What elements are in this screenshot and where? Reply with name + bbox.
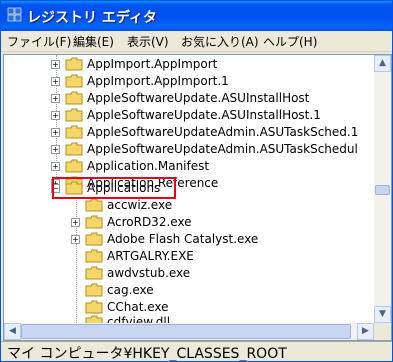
menu-favorites[interactable]: お気に入り(A) [181, 33, 259, 50]
expand-icon[interactable]: + [71, 217, 80, 227]
menu-bar: ファイル(F) 編集(E) 表示(V) お気に入り(A) ヘルプ(H) [1, 31, 392, 52]
tree-item-label: AppleSoftwareUpdate.ASUInstallHost [87, 91, 310, 105]
expand-icon[interactable]: + [51, 161, 60, 171]
tree-item-label: ARTGALRY.EXE [107, 249, 194, 263]
tree-item-label: AppleSoftwareUpdateAdmin.ASUTaskSchedul [87, 142, 358, 156]
menu-view[interactable]: 表示(V) [127, 33, 169, 50]
tree-row[interactable]: + Application.Manifest [51, 157, 209, 175]
folder-icon [85, 266, 103, 280]
tree-item-label: AcroRD32.exe [107, 215, 192, 229]
expand-icon[interactable]: + [51, 76, 60, 86]
tree-connector [71, 286, 80, 295]
folder-icon [65, 108, 83, 122]
tree-row[interactable]: ARTGALRY.EXE [71, 247, 194, 265]
expand-icon[interactable]: + [51, 59, 60, 69]
tree-row[interactable]: + AppleSoftwareUpdateAdmin.ASUTaskSchedu… [51, 140, 358, 158]
folder-icon [85, 198, 103, 212]
folder-icon [85, 232, 103, 246]
menu-file[interactable]: ファイル(F) [7, 33, 71, 50]
expand-icon[interactable]: + [71, 234, 80, 244]
folder-icon [65, 74, 83, 88]
scroll-right-icon[interactable]: ▶ [357, 323, 374, 340]
menu-edit[interactable]: 編集(E) [73, 33, 114, 50]
folder-icon [65, 91, 83, 105]
tree-row[interactable]: cag.exe [71, 281, 154, 299]
horizontal-scrollbar[interactable]: ◀ ▶ [4, 323, 374, 340]
expand-icon[interactable]: + [51, 110, 60, 120]
horizontal-scroll-thumb[interactable] [21, 324, 351, 339]
selection-highlight [52, 177, 176, 199]
tree-item-label: Adobe Flash Catalyst.exe [107, 232, 259, 246]
tree-item-label: AppImport.AppImport [87, 57, 218, 71]
scroll-left-icon[interactable]: ◀ [4, 323, 21, 340]
folder-icon [65, 142, 83, 156]
tree-item-label: cag.exe [107, 283, 154, 297]
tree-connector [71, 303, 80, 312]
registry-tree[interactable]: + AppImport.AppImport + AppImport.AppImp… [3, 54, 392, 341]
tree-row[interactable]: + AppleSoftwareUpdate.ASUInstallHost.1 [51, 106, 321, 124]
tree-item-label: CChat.exe [107, 300, 169, 314]
tree-row[interactable]: + AppleSoftwareUpdate.ASUInstallHost [51, 89, 309, 107]
tree-connector [71, 252, 80, 261]
tree-row[interactable]: + AppImport.AppImport.1 [51, 72, 229, 90]
tree-row[interactable]: + AppleSoftwareUpdateAdmin.ASUTaskSched.… [51, 123, 358, 141]
folder-icon [85, 283, 103, 297]
vertical-scrollbar[interactable]: ▲ ▼ [374, 55, 391, 323]
tree-connector [71, 269, 80, 278]
tree-item-label: Application.Manifest [87, 159, 210, 173]
tree-connector [71, 201, 80, 210]
scroll-corner [374, 323, 391, 340]
tree-item-label: AppleSoftwareUpdate.ASUInstallHost.1 [87, 108, 321, 122]
folder-icon [85, 249, 103, 263]
tree-row[interactable]: + AcroRD32.exe [71, 213, 192, 231]
tree-row[interactable]: + AppImport.AppImport [51, 55, 217, 73]
tree-item-label: AppImport.AppImport.1 [87, 74, 229, 88]
folder-icon [65, 57, 83, 71]
status-bar: マイ コンピュータ¥HKEY_CLASSES_ROOT [1, 341, 392, 362]
tree-item-label: AppleSoftwareUpdateAdmin.ASUTaskSched.1 [87, 125, 359, 139]
folder-icon [85, 300, 103, 314]
folder-icon [65, 159, 83, 173]
tree-row[interactable]: + Adobe Flash Catalyst.exe [71, 230, 258, 248]
registry-editor-window: レジストリ エディタ ファイル(F) 編集(E) 表示(V) お気に入り(A) … [0, 0, 393, 362]
expand-icon[interactable]: + [51, 93, 60, 103]
vertical-scroll-thumb[interactable] [375, 185, 390, 195]
status-path: マイ コンピュータ¥HKEY_CLASSES_ROOT [7, 346, 287, 362]
window-title: レジストリ エディタ [27, 10, 157, 26]
expand-icon[interactable]: + [51, 127, 60, 137]
folder-icon [85, 215, 103, 229]
menu-help[interactable]: ヘルプ(H) [263, 33, 317, 50]
folder-icon [65, 125, 83, 139]
tree-item-label: accwiz.exe [107, 198, 173, 212]
registry-editor-icon [7, 7, 22, 22]
title-bar[interactable]: レジストリ エディタ [1, 1, 392, 31]
tree-item-label: awdvstub.exe [107, 266, 191, 280]
scroll-up-icon[interactable]: ▲ [374, 55, 391, 72]
scroll-down-icon[interactable]: ▼ [374, 306, 391, 323]
expand-icon[interactable]: + [51, 144, 60, 154]
tree-row[interactable]: awdvstub.exe [71, 264, 190, 282]
